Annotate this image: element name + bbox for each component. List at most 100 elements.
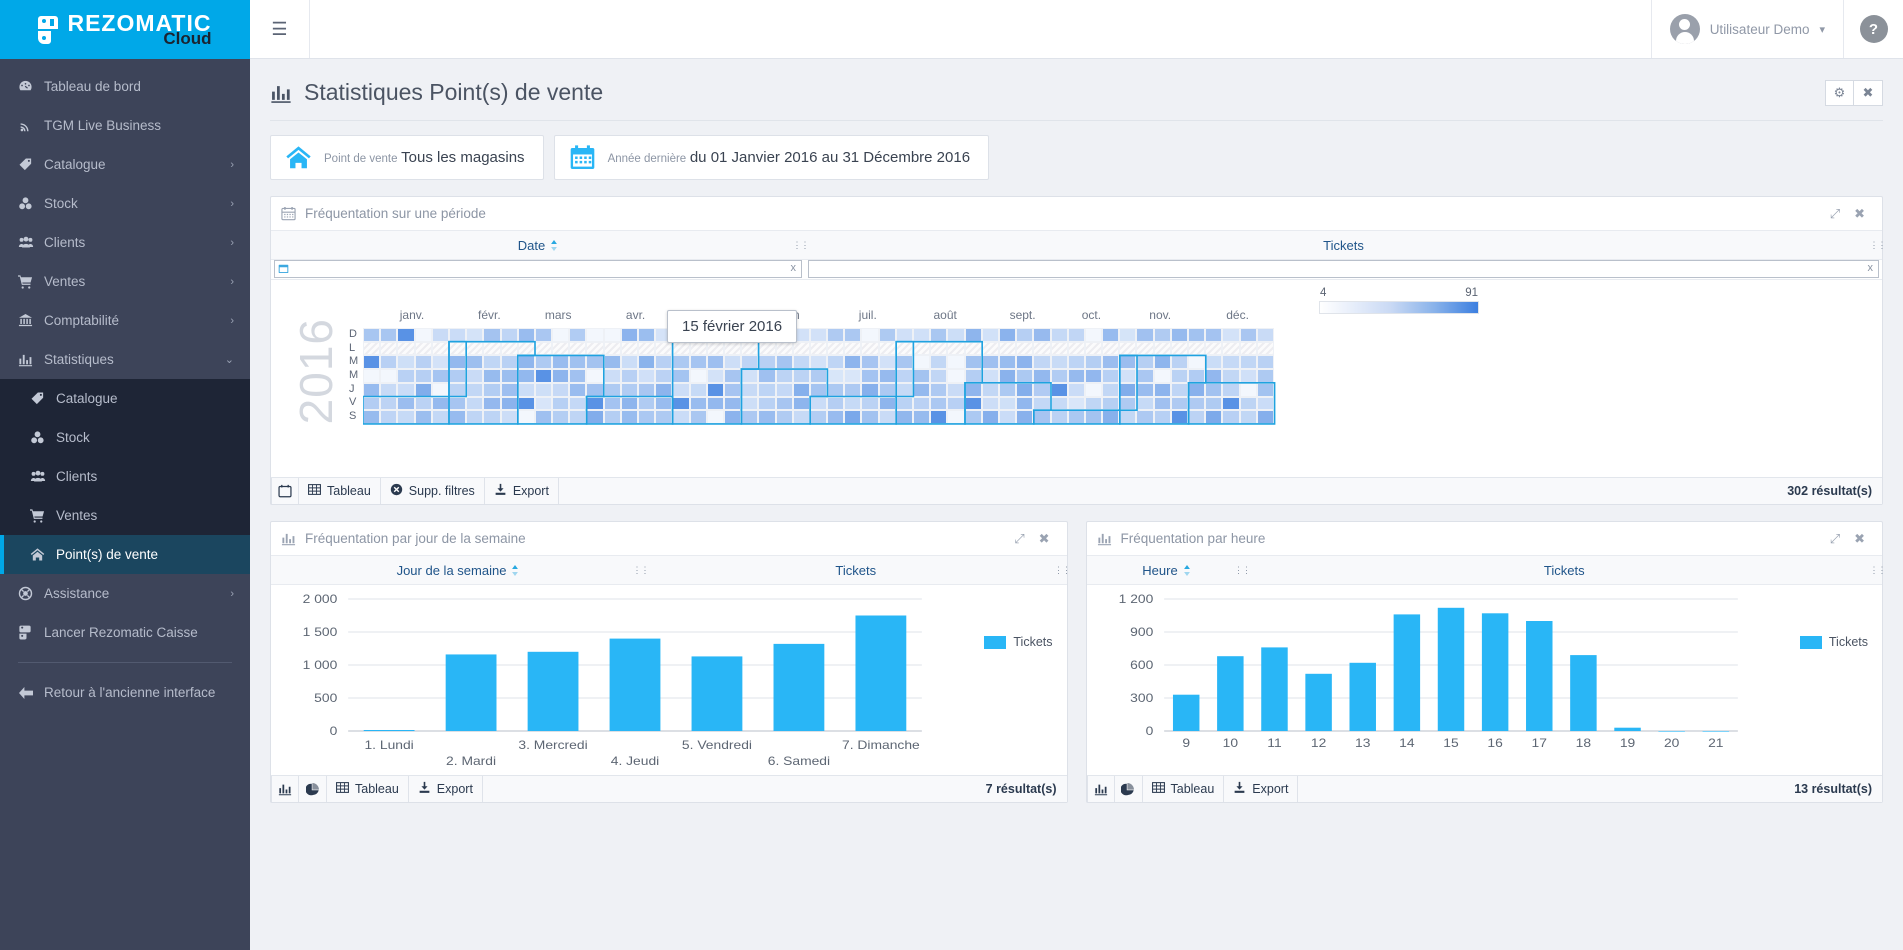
heatmap-cell[interactable] — [913, 410, 931, 424]
heatmap-cell[interactable] — [913, 355, 931, 370]
sidebar-item-comptabilite[interactable]: Comptabilité › — [0, 301, 250, 340]
heatmap-cell[interactable] — [655, 382, 673, 397]
heatmap-cell[interactable] — [689, 355, 707, 370]
heatmap-cell[interactable] — [895, 396, 913, 411]
heatmap-cell[interactable] — [1050, 355, 1068, 370]
heatmap-cell[interactable] — [638, 369, 656, 383]
heatmap-cell[interactable] — [998, 369, 1017, 383]
heatmap-cell[interactable] — [483, 369, 501, 383]
heatmap-cell[interactable] — [517, 355, 535, 370]
heatmap-cell[interactable] — [586, 382, 604, 397]
heatmap-cell[interactable] — [1188, 341, 1206, 356]
heatmap-cell[interactable] — [844, 328, 862, 342]
heatmap-cell[interactable] — [758, 410, 776, 424]
heatmap-cell[interactable] — [620, 328, 638, 342]
heatmap-cell[interactable] — [758, 382, 776, 397]
heatmap-cell[interactable] — [758, 355, 776, 370]
heatmap-cell[interactable] — [947, 382, 965, 397]
heatmap-cell[interactable] — [706, 410, 724, 424]
heatmap-cell[interactable] — [363, 355, 381, 370]
bar[interactable] — [1613, 727, 1641, 731]
heatmap-cell[interactable] — [947, 369, 965, 383]
heatmap-cell[interactable] — [827, 396, 845, 411]
heatmap-cell[interactable] — [552, 341, 570, 356]
export-button[interactable]: Export — [409, 776, 483, 802]
heatmap-cell[interactable] — [723, 396, 742, 411]
bar[interactable] — [1348, 662, 1376, 731]
heatmap-cell[interactable] — [981, 382, 999, 397]
heatmap-cell[interactable] — [448, 328, 467, 342]
column-resize-handle[interactable]: ⋮⋮ — [1870, 231, 1887, 259]
heatmap-cell[interactable] — [998, 382, 1017, 397]
heatmap-cell[interactable] — [655, 355, 673, 370]
heatmap-cell[interactable] — [947, 396, 965, 411]
heatmap-cell[interactable] — [1067, 341, 1085, 356]
heatmap-cell[interactable] — [1119, 369, 1137, 383]
heatmap-cell[interactable] — [689, 410, 707, 424]
heatmap-cell[interactable] — [397, 355, 415, 370]
heatmap-cell[interactable] — [913, 341, 931, 356]
heatmap-cell[interactable] — [431, 341, 449, 356]
heatmap-cell[interactable] — [672, 382, 690, 397]
column-header-tickets[interactable]: Tickets ⋮⋮ — [1247, 556, 1887, 584]
export-button[interactable]: Export — [1224, 776, 1299, 802]
heatmap-cell[interactable] — [861, 410, 879, 424]
heatmap-cell[interactable] — [1239, 369, 1257, 383]
heatmap-cell[interactable] — [672, 410, 690, 424]
sidebar-item-retour-ancienne-interface[interactable]: Retour à l'ancienne interface — [0, 673, 250, 712]
heatmap-cell[interactable] — [981, 328, 999, 342]
heatmap-cell[interactable] — [569, 328, 587, 342]
heatmap-cell[interactable] — [775, 396, 793, 411]
heatmap-cell[interactable] — [981, 410, 999, 424]
heatmap-cell[interactable] — [517, 341, 535, 356]
heatmap-cell[interactable] — [655, 369, 673, 383]
heatmap-cell[interactable] — [723, 355, 742, 370]
heatmap-cell[interactable] — [672, 396, 690, 411]
heatmap-cell[interactable] — [981, 396, 999, 411]
help-button[interactable]: ? — [1843, 0, 1903, 58]
heatmap-cell[interactable] — [964, 355, 982, 370]
heatmap-grid[interactable] — [363, 328, 1278, 424]
heatmap-cell[interactable] — [586, 410, 604, 424]
heatmap-cell[interactable] — [1170, 396, 1188, 411]
heatmap-cell[interactable] — [620, 355, 638, 370]
heatmap-cell[interactable] — [569, 355, 587, 370]
heatmap-cell[interactable] — [431, 382, 449, 397]
heatmap-cell[interactable] — [741, 396, 759, 411]
heatmap-cell[interactable] — [431, 328, 449, 342]
heatmap-cell[interactable] — [1050, 369, 1068, 383]
heatmap-cell[interactable] — [1256, 369, 1274, 383]
heatmap-cell[interactable] — [620, 396, 638, 411]
sidebar-item-stats-stock[interactable]: Stock — [0, 418, 250, 457]
heatmap-cell[interactable] — [758, 341, 776, 356]
heatmap-cell[interactable] — [1239, 396, 1257, 411]
heatmap-cell[interactable] — [913, 328, 931, 342]
gear-icon[interactable]: ⚙ — [1825, 79, 1854, 106]
bar[interactable] — [691, 656, 743, 731]
heatmap-cell[interactable] — [1067, 355, 1085, 370]
heatmap-cell[interactable] — [1222, 369, 1240, 383]
heatmap-cell[interactable] — [706, 355, 724, 370]
heatmap-cell[interactable] — [483, 328, 501, 342]
heatmap-cell[interactable] — [758, 396, 776, 411]
heatmap-cell[interactable] — [792, 382, 810, 397]
heatmap-cell[interactable] — [569, 410, 587, 424]
heatmap-cell[interactable] — [998, 328, 1017, 342]
column-header-date[interactable]: Date ⋮⋮ — [271, 231, 810, 259]
heatmap-cell[interactable] — [448, 396, 467, 411]
heatmap-cell[interactable] — [930, 382, 948, 397]
heatmap-cell[interactable] — [380, 410, 398, 424]
bar[interactable] — [445, 654, 497, 731]
bar[interactable] — [1569, 655, 1597, 731]
heatmap-cell[interactable] — [363, 341, 381, 356]
heatmap-cell[interactable] — [723, 341, 742, 356]
heatmap-cell[interactable] — [1153, 369, 1171, 383]
column-resize-handle[interactable]: ⋮⋮ — [1870, 556, 1887, 584]
heatmap-cell[interactable] — [1188, 328, 1206, 342]
heatmap-cell[interactable] — [1136, 328, 1154, 342]
heatmap-cell[interactable] — [1119, 396, 1137, 411]
heatmap-cell[interactable] — [1239, 382, 1257, 397]
heatmap-cell[interactable] — [1153, 328, 1171, 342]
heatmap-cell[interactable] — [930, 396, 948, 411]
bar[interactable] — [1172, 694, 1199, 731]
